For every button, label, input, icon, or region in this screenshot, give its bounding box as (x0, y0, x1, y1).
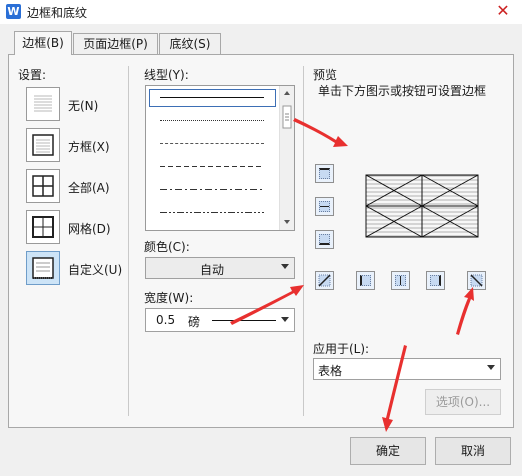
left-border-icon (360, 275, 371, 286)
left-border-button[interactable] (356, 271, 375, 290)
top-border-icon (319, 168, 330, 179)
tab-borders[interactable]: 边框(B) (14, 31, 72, 55)
chevron-down-icon (487, 365, 495, 370)
setting-grid-button[interactable] (26, 210, 60, 244)
right-border-button[interactable] (426, 271, 445, 290)
diagonal-up-border-button[interactable] (315, 271, 334, 290)
right-border-icon (430, 275, 441, 286)
setting-grid-label: 网格(D) (68, 222, 111, 236)
settings-heading: 设置: (18, 68, 47, 82)
setting-box-label: 方框(X) (68, 140, 110, 154)
width-select[interactable]: 0.5 磅 (145, 308, 295, 332)
scroll-down-icon (284, 220, 290, 224)
width-line-sample (212, 320, 276, 321)
diagonal-down-border-icon (470, 274, 483, 287)
box-border-icon (32, 134, 54, 156)
width-value: 0.5 (156, 313, 176, 327)
line-style-dash-dot[interactable] (160, 189, 264, 190)
close-icon[interactable]: ✕ (488, 1, 518, 21)
preview-heading: 预览 (313, 68, 338, 82)
bottom-border-icon (319, 234, 330, 245)
line-style-dashed[interactable] (160, 166, 264, 167)
setting-custom-button[interactable] (26, 251, 60, 285)
line-style-heading: 线型(Y): (144, 68, 189, 82)
top-border-button[interactable] (315, 164, 334, 183)
inside-horizontal-border-icon (319, 201, 330, 212)
grid-border-icon (32, 216, 54, 238)
no-border-icon (34, 95, 52, 112)
window-title: 边框和底纹 (27, 6, 88, 20)
diagonal-down-border-button[interactable] (467, 271, 486, 290)
app-icon: W (6, 4, 21, 19)
setting-box-button[interactable] (26, 128, 60, 162)
options-button[interactable]: 选项(O)... (425, 389, 501, 415)
color-value: 自动 (199, 263, 224, 277)
color-select[interactable]: 自动 (145, 257, 295, 279)
diagonal-up-border-icon (318, 274, 331, 287)
preview-hint: 单击下方图示或按钮可设置边框 (318, 84, 487, 98)
inside-horizontal-border-button[interactable] (315, 197, 334, 216)
width-unit: 磅 (188, 315, 201, 329)
setting-none-button[interactable] (26, 87, 60, 121)
tab-page-borders[interactable]: 页面边框(P) (73, 33, 158, 55)
chevron-down-icon (281, 317, 289, 322)
apply-to-value: 表格 (318, 364, 343, 378)
divider (128, 66, 129, 416)
custom-border-icon (32, 257, 54, 279)
line-style-list[interactable] (145, 85, 295, 231)
title-bar: W 边框和底纹 ✕ (0, 0, 522, 24)
chevron-down-icon (281, 264, 289, 269)
line-style-scrollbar[interactable] (279, 86, 294, 230)
setting-custom-label: 自定义(U) (68, 263, 123, 277)
setting-all-label: 全部(A) (68, 181, 110, 195)
line-style-dotted[interactable] (160, 120, 264, 121)
line-style-dash-dot-dot[interactable] (160, 212, 264, 213)
divider (303, 66, 304, 416)
apply-to-select[interactable]: 表格 (313, 358, 501, 380)
cancel-button[interactable]: 取消 (435, 437, 511, 465)
ok-button[interactable]: 确定 (350, 437, 426, 465)
setting-none-label: 无(N) (68, 99, 99, 113)
inside-vertical-border-button[interactable] (391, 271, 410, 290)
setting-all-button[interactable] (26, 169, 60, 203)
width-heading: 宽度(W): (144, 291, 194, 305)
apply-to-heading: 应用于(L): (313, 342, 370, 356)
scroll-up-icon (284, 91, 290, 95)
inside-vertical-border-icon (395, 275, 406, 286)
line-style-solid[interactable] (160, 97, 264, 98)
bottom-border-button[interactable] (315, 230, 334, 249)
all-borders-icon (32, 175, 54, 197)
line-style-dashed-fine[interactable] (160, 143, 264, 144)
color-heading: 颜色(C): (144, 240, 190, 254)
line-style-selection (149, 89, 276, 107)
tab-shading[interactable]: 底纹(S) (159, 33, 221, 55)
preview-diagram[interactable] (365, 174, 479, 238)
